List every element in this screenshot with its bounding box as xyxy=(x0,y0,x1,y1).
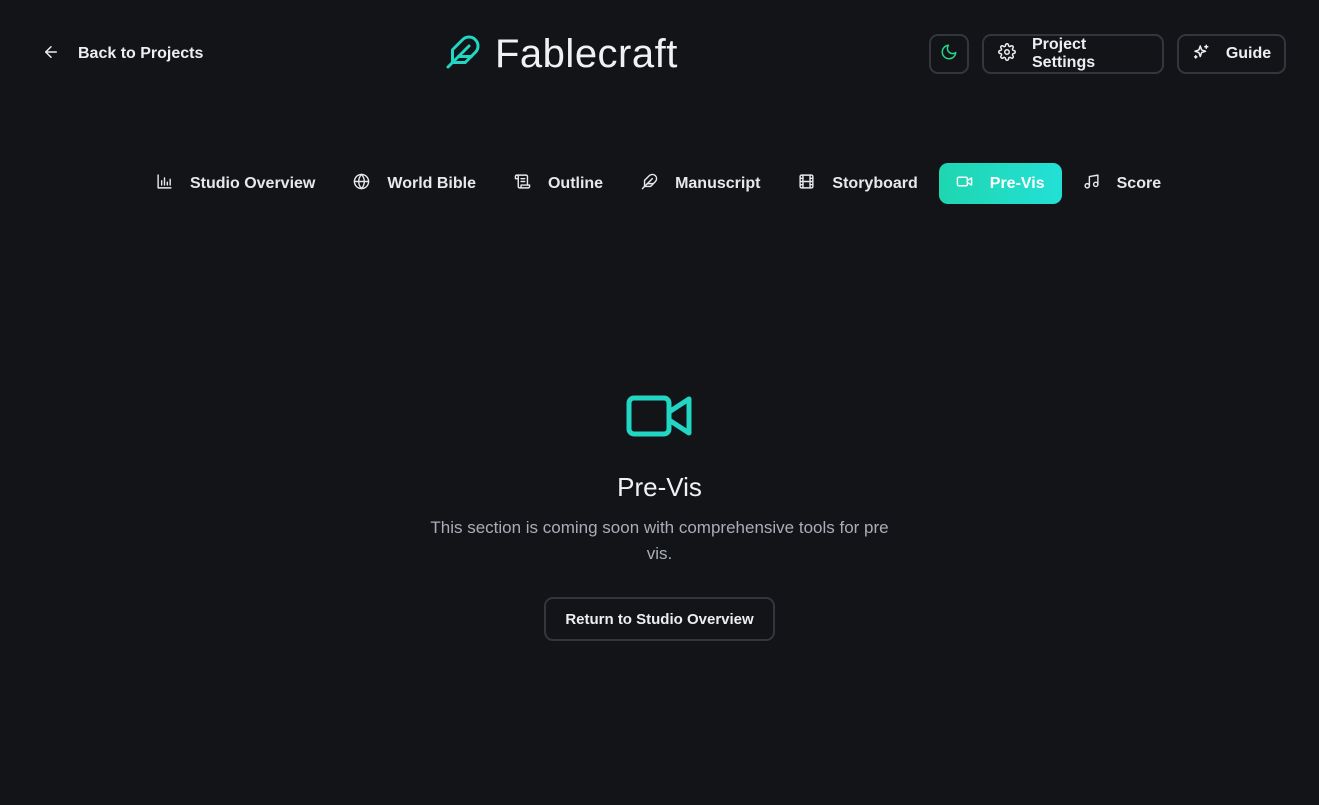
guide-button[interactable]: Guide xyxy=(1177,34,1286,74)
pen-icon xyxy=(641,173,658,195)
return-to-studio-overview-button[interactable]: Return to Studio Overview xyxy=(544,597,775,641)
video-icon xyxy=(626,390,694,442)
coming-soon-panel: Pre-Vis This section is coming soon with… xyxy=(0,390,1319,641)
video-icon xyxy=(956,173,973,195)
tab-manuscript[interactable]: Manuscript xyxy=(624,163,777,204)
sparkles-icon xyxy=(1192,43,1210,66)
tab-label: Score xyxy=(1116,174,1162,192)
brand: Fablecraft xyxy=(445,28,678,80)
bar-chart-icon xyxy=(156,173,173,195)
tab-outline[interactable]: Outline xyxy=(497,163,620,204)
tab-score[interactable]: Score xyxy=(1066,163,1178,204)
tab-label: Pre-Vis xyxy=(989,174,1045,192)
moon-icon xyxy=(940,43,958,66)
app-root: Back to Projects Fablecraft Project Sett… xyxy=(0,0,1319,805)
app-title: Fablecraft xyxy=(495,31,678,76)
tab-label: Manuscript xyxy=(675,174,761,192)
section-tabs: Studio Overview World Bible Outline Manu… xyxy=(139,163,1178,204)
feather-icon xyxy=(445,34,481,75)
tab-label: World Bible xyxy=(387,174,476,192)
project-settings-button[interactable]: Project Settings xyxy=(982,34,1164,74)
globe-icon xyxy=(353,173,370,195)
tab-pre-vis[interactable]: Pre-Vis xyxy=(938,163,1062,204)
project-settings-label: Project Settings xyxy=(1032,36,1096,71)
theme-toggle-button[interactable] xyxy=(929,34,969,74)
back-to-projects-link[interactable]: Back to Projects xyxy=(34,34,211,74)
tab-label: Storyboard xyxy=(832,174,918,192)
tab-label: Outline xyxy=(547,174,604,192)
film-icon xyxy=(798,173,815,195)
section-description: This section is coming soon with compreh… xyxy=(430,518,889,563)
gear-icon xyxy=(998,42,1016,66)
scroll-icon xyxy=(514,173,531,195)
tab-label: Studio Overview xyxy=(190,174,316,192)
tab-studio-overview[interactable]: Studio Overview xyxy=(139,163,332,204)
tab-world-bible[interactable]: World Bible xyxy=(336,163,493,204)
back-to-projects-label: Back to Projects xyxy=(78,45,204,62)
music-icon xyxy=(1083,173,1100,195)
tab-storyboard[interactable]: Storyboard xyxy=(781,163,934,204)
guide-label: Guide xyxy=(1225,45,1272,62)
section-title: Pre-Vis xyxy=(617,472,702,502)
arrow-left-icon xyxy=(42,43,60,66)
